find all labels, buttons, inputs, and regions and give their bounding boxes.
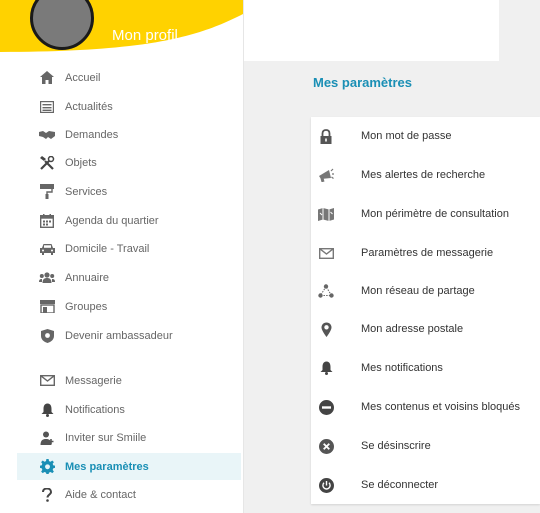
blocked-icon	[318, 399, 334, 415]
sidebar-item-label: Inviter sur Smiile	[65, 431, 147, 444]
sidebar-item-label: Annuaire	[65, 271, 110, 284]
setting-adresse-postale[interactable]: Mon adresse postale	[311, 310, 540, 348]
setting-label: Mon mot de passe	[361, 130, 452, 142]
lock-icon	[318, 128, 334, 144]
calendar-icon	[39, 213, 55, 229]
setting-label: Paramètres de messagerie	[361, 247, 494, 259]
sidebar-item-domicile-travail[interactable]: Domicile - Travail	[17, 235, 241, 262]
question-icon	[39, 487, 55, 503]
envelope-icon	[39, 373, 55, 389]
sidebar-item-accueil[interactable]: Accueil	[17, 64, 241, 91]
bell-icon	[39, 402, 55, 418]
header-blank	[244, 0, 499, 61]
sidebar-item-label: Accueil	[65, 71, 101, 84]
sidebar-item-label: Mes paramètres	[65, 460, 149, 473]
close-circle-icon	[318, 438, 334, 454]
setting-label: Mes contenus et voisins bloqués	[361, 401, 520, 413]
sidebar-item-annuaire[interactable]: Annuaire	[17, 264, 241, 291]
page-title: Mes paramètres	[313, 75, 412, 90]
sidebar-item-label: Domicile - Travail	[65, 242, 150, 255]
sidebar-item-inviter[interactable]: Inviter sur Smiile	[17, 424, 241, 451]
map-icon	[318, 206, 334, 222]
store-icon	[39, 299, 55, 315]
setting-label: Se déconnecter	[361, 479, 439, 491]
setting-label: Mes notifications	[361, 362, 443, 374]
users-icon	[39, 270, 55, 286]
setting-label: Mon périmètre de consultation	[361, 208, 509, 220]
envelope-icon	[318, 245, 334, 261]
sidebar-item-label: Messagerie	[65, 374, 122, 387]
sidebar-item-mes-parametres[interactable]: Mes paramètres	[17, 453, 241, 480]
sidebar-item-label: Groupes	[65, 300, 108, 313]
setting-perimetre[interactable]: Mon périmètre de consultation	[311, 195, 540, 233]
setting-label: Mon adresse postale	[361, 323, 464, 335]
sidebar-item-objets[interactable]: Objets	[17, 149, 241, 176]
paint-roller-icon	[39, 184, 55, 200]
setting-deconnecter[interactable]: Se déconnecter	[311, 466, 540, 504]
sidebar-item-services[interactable]: Services	[17, 178, 241, 205]
sidebar-item-aide-contact[interactable]: Aide & contact	[17, 481, 241, 508]
sidebar-item-demandes[interactable]: Demandes	[17, 121, 241, 148]
sidebar-item-actualites[interactable]: Actualités	[17, 93, 241, 120]
setting-notifications[interactable]: Mes notifications	[311, 349, 540, 387]
sidebar-item-label: Notifications	[65, 403, 125, 416]
setting-messagerie[interactable]: Paramètres de messagerie	[311, 234, 540, 272]
sidebar-item-label: Services	[65, 185, 108, 198]
gear-icon	[39, 459, 55, 475]
handshake-icon	[39, 127, 55, 143]
megaphone-icon	[318, 167, 334, 183]
sidebar-item-label: Aide & contact	[65, 488, 136, 501]
home-icon	[39, 70, 55, 86]
sidebar-item-ambassadeur[interactable]: Devenir ambassadeur	[17, 322, 241, 349]
sidebar-item-label: Objets	[65, 156, 97, 169]
sidebar-item-label: Actualités	[65, 100, 113, 113]
setting-reseau-partage[interactable]: Mon réseau de partage	[311, 272, 540, 310]
setting-desinscrire[interactable]: Se désinscrire	[311, 427, 540, 465]
sidebar-item-agenda[interactable]: Agenda du quartier	[17, 207, 241, 234]
setting-contenus-bloques[interactable]: Mes contenus et voisins bloqués	[311, 388, 540, 426]
newspaper-icon	[39, 99, 55, 115]
sidebar: Mon profil Accueil Actualités Demandes O…	[0, 0, 244, 513]
setting-label: Se désinscrire	[361, 440, 431, 452]
sidebar-item-groupes[interactable]: Groupes	[17, 293, 241, 320]
car-icon	[39, 241, 55, 257]
setting-mot-de-passe[interactable]: Mon mot de passe	[311, 117, 540, 155]
setting-label: Mes alertes de recherche	[361, 169, 486, 181]
setting-alertes-recherche[interactable]: Mes alertes de recherche	[311, 156, 540, 194]
profile-banner[interactable]: Mon profil	[0, 0, 243, 60]
sidebar-item-label: Demandes	[65, 128, 119, 141]
bell-icon	[318, 360, 334, 376]
user-plus-icon	[39, 430, 55, 446]
setting-label: Mon réseau de partage	[361, 285, 475, 297]
map-marker-icon	[318, 321, 334, 337]
settings-list: Mon mot de passe Mes alertes de recherch…	[311, 117, 540, 504]
sidebar-item-notifications[interactable]: Notifications	[17, 396, 241, 423]
profile-name[interactable]: Mon profil	[112, 27, 178, 44]
sidebar-item-label: Devenir ambassadeur	[65, 329, 173, 342]
tools-icon	[39, 155, 55, 171]
sidebar-item-messagerie[interactable]: Messagerie	[17, 367, 241, 394]
power-icon	[318, 477, 334, 493]
badge-icon	[39, 328, 55, 344]
network-icon	[318, 283, 334, 299]
sidebar-item-label: Agenda du quartier	[65, 214, 159, 227]
